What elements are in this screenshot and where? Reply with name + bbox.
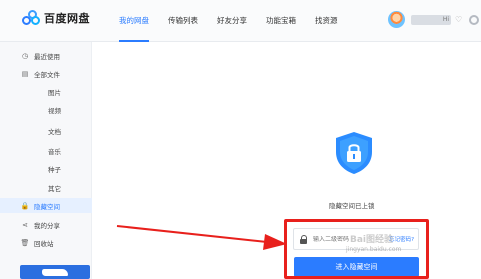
top-nav: 我的网盘 传输列表 好友分享 功能宝箱 找资源 (119, 0, 357, 42)
clock-icon: ◷ (21, 51, 29, 60)
sidebar-item-my-shares[interactable]: ⋖ 我的分享 (0, 217, 92, 232)
username[interactable]: Hi (411, 14, 451, 25)
sidebar-item-music[interactable]: 音乐 (0, 143, 92, 158)
nav-tab-my-disk[interactable]: 我的网盘 (119, 0, 149, 42)
sidebar-item-label: 回收站 (34, 239, 54, 248)
sidebar-item-torrents[interactable]: 种子 (0, 161, 92, 176)
cloud-logo-icon (22, 10, 40, 26)
vip-heart-icon[interactable]: ♡ (455, 15, 464, 24)
sidebar-item-documents[interactable]: 文档 (0, 123, 92, 138)
sidebar-item-label: 音乐 (48, 147, 61, 156)
app-logo[interactable]: 百度网盘 (22, 10, 90, 26)
sidebar-item-label: 最近使用 (34, 52, 60, 61)
settings-icon[interactable] (469, 14, 479, 25)
nav-tab-find-resources[interactable]: 找资源 (315, 0, 338, 42)
sidebar-item-others[interactable]: 其它 (0, 180, 92, 195)
trash-icon: 🗑 (20, 238, 30, 247)
sidebar-item-hidden-space[interactable]: 🔒 隐藏空间 (0, 198, 92, 213)
nav-tab-transfers[interactable]: 传输列表 (168, 0, 198, 42)
sidebar-item-label: 隐藏空间 (34, 202, 60, 211)
sidebar-item-label: 视频 (48, 106, 61, 115)
file-icon: ▤ (21, 69, 29, 78)
sidebar: ◷ 最近使用 ▤ 全部文件 图片 视频 文档 音乐 种子 其它 🔒 隐藏空间 ⋖… (0, 42, 92, 279)
sidebar-item-label: 我的分享 (34, 221, 60, 230)
watermark: Bai图经验 (350, 235, 394, 245)
app-title: 百度网盘 (44, 12, 90, 25)
shield-lock-icon (336, 132, 372, 174)
avatar[interactable] (388, 11, 405, 28)
sidebar-item-all-files[interactable]: ▤ 全部文件 (0, 66, 92, 81)
lock-icon: 🔒 (20, 201, 30, 210)
user-area: Hi ♡ (388, 11, 479, 28)
top-header: 百度网盘 我的网盘 传输列表 好友分享 功能宝箱 找资源 Hi ♡ (0, 0, 481, 42)
sidebar-item-label: 其它 (48, 184, 61, 193)
locked-status-text: 隐藏空间已上锁 (329, 202, 375, 210)
sidebar-item-label: 文档 (48, 127, 61, 136)
nav-tab-friend-share[interactable]: 好友分享 (217, 0, 247, 42)
nav-tab-toolbox[interactable]: 功能宝箱 (266, 0, 296, 42)
sidebar-item-label: 图片 (48, 88, 61, 97)
sidebar-item-label: 全部文件 (34, 70, 60, 79)
watermark-url: jingyan.baidu.com (346, 246, 402, 253)
share-icon: ⋖ (22, 220, 28, 229)
sidebar-item-recycle-bin[interactable]: 🗑 回收站 (0, 235, 92, 250)
sidebar-item-videos[interactable]: 视频 (0, 102, 92, 117)
sidebar-item-label: 种子 (48, 165, 61, 174)
red-arrow-annotation (116, 225, 287, 250)
sidebar-item-recent[interactable]: ◷ 最近使用 (0, 48, 92, 63)
promo-banner[interactable] (20, 265, 90, 279)
sidebar-item-images[interactable]: 图片 (0, 84, 92, 99)
